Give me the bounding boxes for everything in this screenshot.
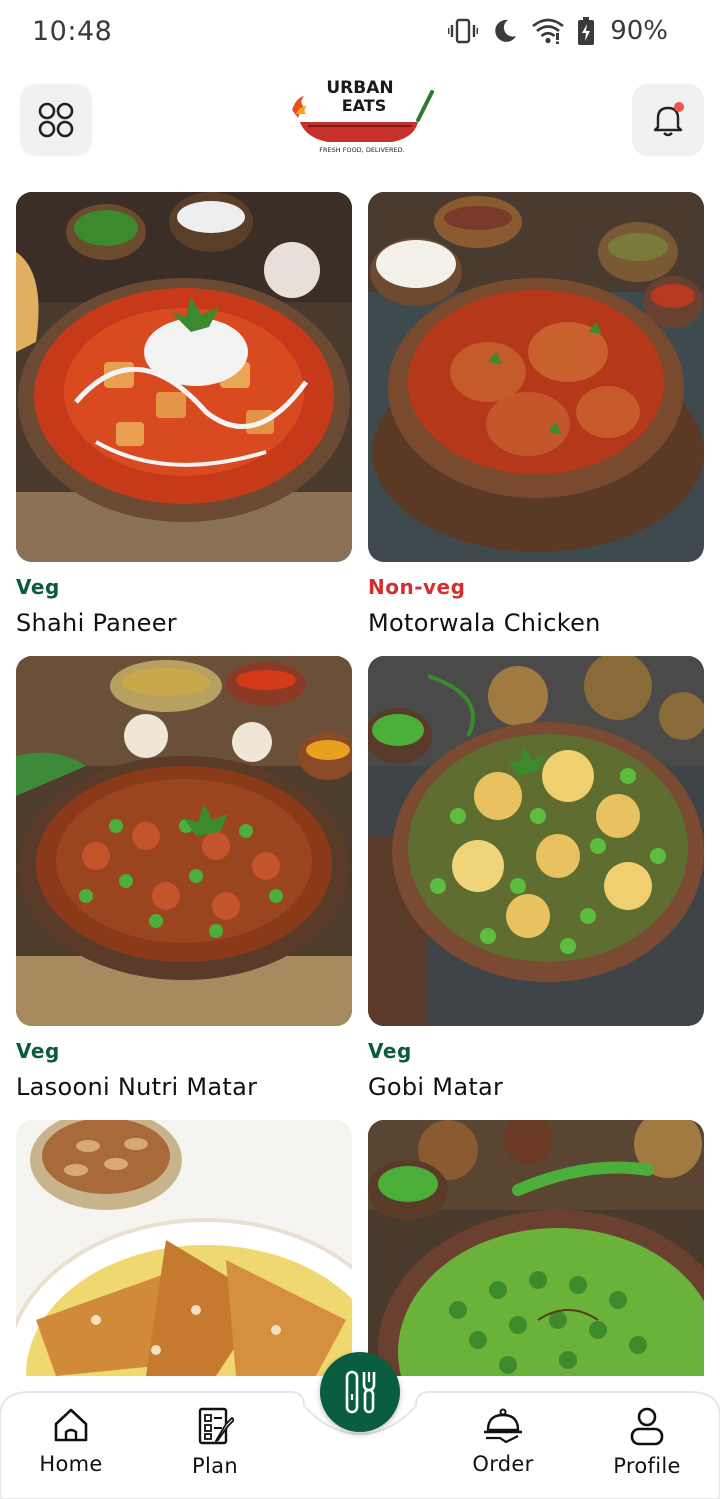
dish-image xyxy=(16,1120,352,1376)
status-icons: 90% xyxy=(448,16,668,46)
cloche-order-icon xyxy=(484,1408,522,1444)
bottom-navigation: Home Plan Order Profile xyxy=(0,1352,720,1499)
grid-menu-icon xyxy=(38,102,74,138)
dish-name: Lasooni Nutri Matar xyxy=(16,1073,258,1101)
logo-eats: EATS xyxy=(342,96,387,115)
profile-user-icon xyxy=(630,1407,664,1446)
status-bar: 10:48 90% xyxy=(0,0,720,66)
app-header: URBAN EATS FRESH FOOD, DELIVERED. xyxy=(0,80,720,156)
dish-name: Gobi Matar xyxy=(368,1073,504,1101)
dish-image xyxy=(16,656,352,1026)
dish-type-label: Veg xyxy=(16,575,60,599)
menu-button[interactable] xyxy=(20,84,92,156)
notifications-button[interactable] xyxy=(632,84,704,156)
wifi-icon xyxy=(532,18,565,44)
nav-order-label: Order xyxy=(472,1452,534,1476)
home-icon xyxy=(54,1408,88,1442)
battery-percent: 90% xyxy=(610,16,668,46)
vibrate-icon xyxy=(448,18,479,44)
urban-eats-logo: URBAN EATS FRESH FOOD, DELIVERED. xyxy=(292,80,434,154)
dish-type-label: Veg xyxy=(368,1039,412,1063)
dish-type-label: Non-veg xyxy=(368,575,466,599)
cutlery-icon xyxy=(345,1370,376,1414)
dish-image xyxy=(368,656,704,1026)
nav-order[interactable]: Order xyxy=(448,1406,558,1476)
dish-card[interactable]: Non-veg Motorwala Chicken xyxy=(368,192,704,637)
status-time: 10:48 xyxy=(32,16,113,47)
dish-name: Motorwala Chicken xyxy=(368,609,601,637)
nav-plan[interactable]: Plan xyxy=(160,1406,270,1478)
plan-checklist-icon xyxy=(198,1407,234,1445)
dish-card[interactable] xyxy=(16,1120,352,1389)
dish-card[interactable]: Veg Lasooni Nutri Matar xyxy=(16,656,352,1101)
dish-image xyxy=(368,1120,704,1376)
dish-name: Shahi Paneer xyxy=(16,609,177,637)
logo-tagline: FRESH FOOD, DELIVERED. xyxy=(319,146,404,154)
dish-image xyxy=(368,192,704,562)
dish-card[interactable] xyxy=(368,1120,704,1389)
nav-profile[interactable]: Profile xyxy=(592,1406,702,1478)
nav-profile-label: Profile xyxy=(613,1454,681,1478)
nav-plan-label: Plan xyxy=(192,1454,238,1478)
dish-card[interactable]: Veg Shahi Paneer xyxy=(16,192,352,637)
dish-image xyxy=(16,192,352,562)
notification-badge-dot xyxy=(674,102,684,112)
battery-charging-icon xyxy=(578,17,595,45)
dish-card[interactable]: Veg Gobi Matar xyxy=(368,656,704,1101)
center-menu-button[interactable] xyxy=(320,1352,400,1432)
dish-type-label: Veg xyxy=(16,1039,60,1063)
dnd-moon-icon xyxy=(495,19,517,42)
nav-home-label: Home xyxy=(39,1452,103,1476)
nav-home[interactable]: Home xyxy=(16,1406,126,1476)
